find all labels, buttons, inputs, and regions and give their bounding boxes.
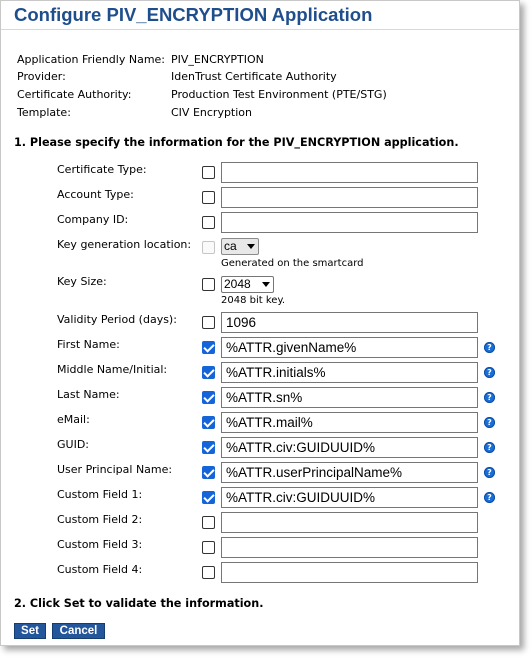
middle-name-checkbox[interactable] <box>202 366 215 379</box>
key-location-label: Key generation location: <box>57 238 192 251</box>
title-divider <box>1 29 519 30</box>
help-icon[interactable]: ? <box>484 367 495 378</box>
account-type-input[interactable] <box>221 187 478 208</box>
help-icon[interactable]: ? <box>484 442 495 453</box>
first-name-input[interactable]: %ATTR.givenName% <box>221 337 478 358</box>
first-name-label: First Name: <box>57 338 120 351</box>
validity-period-label: Validity Period (days): <box>57 313 177 326</box>
key-location-select-value: ca <box>224 239 237 253</box>
custom-field-2-label: Custom Field 2: <box>57 513 143 526</box>
set-button[interactable]: Set <box>14 623 46 639</box>
validity-period-checkbox[interactable] <box>202 316 215 329</box>
help-icon[interactable]: ? <box>484 342 495 353</box>
chevron-down-icon <box>247 244 255 249</box>
custom-field-4-checkbox[interactable] <box>202 566 215 579</box>
info-label-template: Template: <box>17 106 71 119</box>
dialog-title: Configure PIV_ENCRYPTION Application <box>14 4 373 25</box>
company-id-input[interactable] <box>221 212 478 233</box>
middle-name-label: Middle Name/Initial: <box>57 363 168 376</box>
account-type-checkbox[interactable] <box>202 191 215 204</box>
certificate-type-label: Certificate Type: <box>57 163 147 176</box>
help-icon[interactable]: ? <box>484 417 495 428</box>
key-location-note: Generated on the smartcard <box>221 258 364 269</box>
email-label: eMail: <box>57 413 90 426</box>
section-2-heading: 2. Click Set to validate the information… <box>14 597 264 610</box>
cancel-button[interactable]: Cancel <box>52 623 105 639</box>
info-label-provider: Provider: <box>17 70 66 83</box>
certificate-type-input[interactable] <box>221 162 478 183</box>
company-id-checkbox[interactable] <box>202 216 215 229</box>
key-size-select-value: 2048 <box>224 277 251 291</box>
custom-field-1-label: Custom Field 1: <box>57 488 143 501</box>
section-1-heading: 1. Please specify the information for th… <box>14 136 459 149</box>
key-size-label: Key Size: <box>57 275 107 288</box>
custom-field-3-label: Custom Field 3: <box>57 538 143 551</box>
custom-field-2-input[interactable] <box>221 512 478 533</box>
custom-field-3-checkbox[interactable] <box>202 541 215 554</box>
guid-label: GUID: <box>57 438 89 451</box>
info-value-template: CIV Encryption <box>171 106 253 119</box>
help-icon[interactable]: ? <box>484 467 495 478</box>
custom-field-4-input[interactable] <box>221 562 478 583</box>
custom-field-3-input[interactable] <box>221 537 478 558</box>
last-name-checkbox[interactable] <box>202 391 215 404</box>
last-name-input[interactable]: %ATTR.sn% <box>221 387 478 408</box>
company-id-label: Company ID: <box>57 213 129 226</box>
chevron-down-icon <box>262 282 270 287</box>
guid-input[interactable]: %ATTR.civ:GUIDUUID% <box>221 437 478 458</box>
key-size-note: 2048 bit key. <box>221 295 286 306</box>
certificate-type-checkbox[interactable] <box>202 166 215 179</box>
info-value-provider: IdenTrust Certificate Authority <box>171 70 337 83</box>
guid-checkbox[interactable] <box>202 441 215 454</box>
custom-field-4-label: Custom Field 4: <box>57 563 143 576</box>
info-value-ca: Production Test Environment (PTE/STG) <box>171 88 387 101</box>
last-name-label: Last Name: <box>57 388 120 401</box>
custom-field-1-input[interactable]: %ATTR.civ:GUIDUUID% <box>221 487 478 508</box>
first-name-checkbox[interactable] <box>202 341 215 354</box>
configure-dialog: Configure PIV_ENCRYPTION Application App… <box>0 0 520 646</box>
help-icon[interactable]: ? <box>484 492 495 503</box>
key-size-select[interactable]: 2048 <box>221 276 274 293</box>
custom-field-2-checkbox[interactable] <box>202 516 215 529</box>
info-label-app-name: Application Friendly Name: <box>17 53 166 66</box>
key-location-checkbox <box>202 241 215 254</box>
custom-field-1-checkbox[interactable] <box>202 491 215 504</box>
upn-input[interactable]: %ATTR.userPrincipalName% <box>221 462 478 483</box>
account-type-label: Account Type: <box>57 188 134 201</box>
middle-name-input[interactable]: %ATTR.initials% <box>221 362 478 383</box>
info-label-ca: Certificate Authority: <box>17 88 132 101</box>
validity-period-input[interactable]: 1096 <box>221 312 478 333</box>
key-location-select[interactable]: ca <box>221 238 259 255</box>
info-value-app-name: PIV_ENCRYPTION <box>171 53 264 66</box>
key-size-checkbox[interactable] <box>202 278 215 291</box>
help-icon[interactable]: ? <box>484 392 495 403</box>
email-checkbox[interactable] <box>202 416 215 429</box>
email-input[interactable]: %ATTR.mail% <box>221 412 478 433</box>
upn-checkbox[interactable] <box>202 466 215 479</box>
upn-label: User Principal Name: <box>57 463 173 476</box>
